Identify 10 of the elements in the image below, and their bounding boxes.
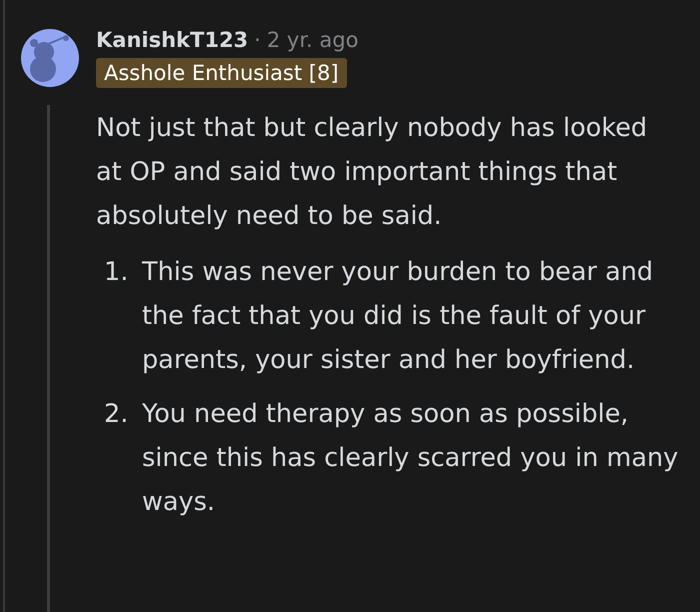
user-flair: Asshole Enthusiast [8]	[96, 58, 347, 88]
username[interactable]: KanishkT123	[96, 27, 248, 53]
list-number: 1.	[104, 256, 130, 289]
comment-text: Not just that but clearly nobody has looked at OP and said two important things that absolutely need to be said.	[96, 112, 648, 233]
list-item-text: You need therapy as soon as possible, since this has clearly scarred you in many ways.	[142, 398, 680, 519]
list-item-text: This was never your burden to bear and the fact that you did is the fault of your parents, your sister and her boyfriend.	[142, 256, 654, 377]
list-number: 2.	[104, 398, 130, 431]
separator: ·	[254, 27, 261, 53]
timestamp: 2 yr. ago	[266, 27, 358, 53]
avatar-icon[interactable]	[21, 29, 79, 87]
